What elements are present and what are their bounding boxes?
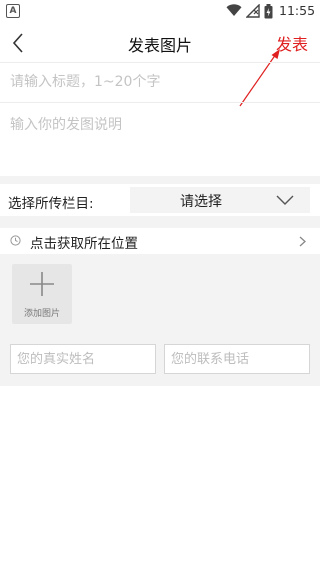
clock-icon [10, 235, 21, 246]
add-image-label: 添加图片 [23, 309, 60, 319]
chevron-right-icon [299, 236, 306, 247]
divider [0, 102, 320, 103]
column-select-dropdown[interactable]: 请选择 [130, 187, 310, 213]
signal-icon [246, 4, 260, 18]
column-select-value: 请选择 [180, 194, 222, 210]
column-select-label: 选择所传栏目: [8, 196, 94, 212]
section-gap [0, 176, 320, 184]
add-image-button[interactable]: 添加图片 [12, 264, 72, 324]
real-name-input[interactable] [10, 344, 156, 374]
status-time: 11:55 [279, 3, 316, 18]
media-contact-section: 添加图片 [0, 254, 320, 386]
chevron-down-icon [276, 195, 294, 205]
phone-input[interactable] [164, 344, 310, 374]
app-notification-icon: A [6, 4, 20, 18]
status-bar: A 11:55 [0, 0, 320, 24]
get-location-row[interactable]: 点击获取所在位置 [0, 228, 320, 254]
battery-icon [264, 4, 273, 19]
title-input[interactable] [0, 62, 320, 102]
description-input[interactable] [0, 104, 320, 174]
wifi-icon [226, 4, 242, 16]
get-location-text: 点击获取所在位置 [30, 236, 138, 252]
plus-icon [30, 272, 54, 296]
section-gap [0, 216, 320, 228]
column-select-row: 选择所传栏目: 请选择 [0, 184, 320, 216]
